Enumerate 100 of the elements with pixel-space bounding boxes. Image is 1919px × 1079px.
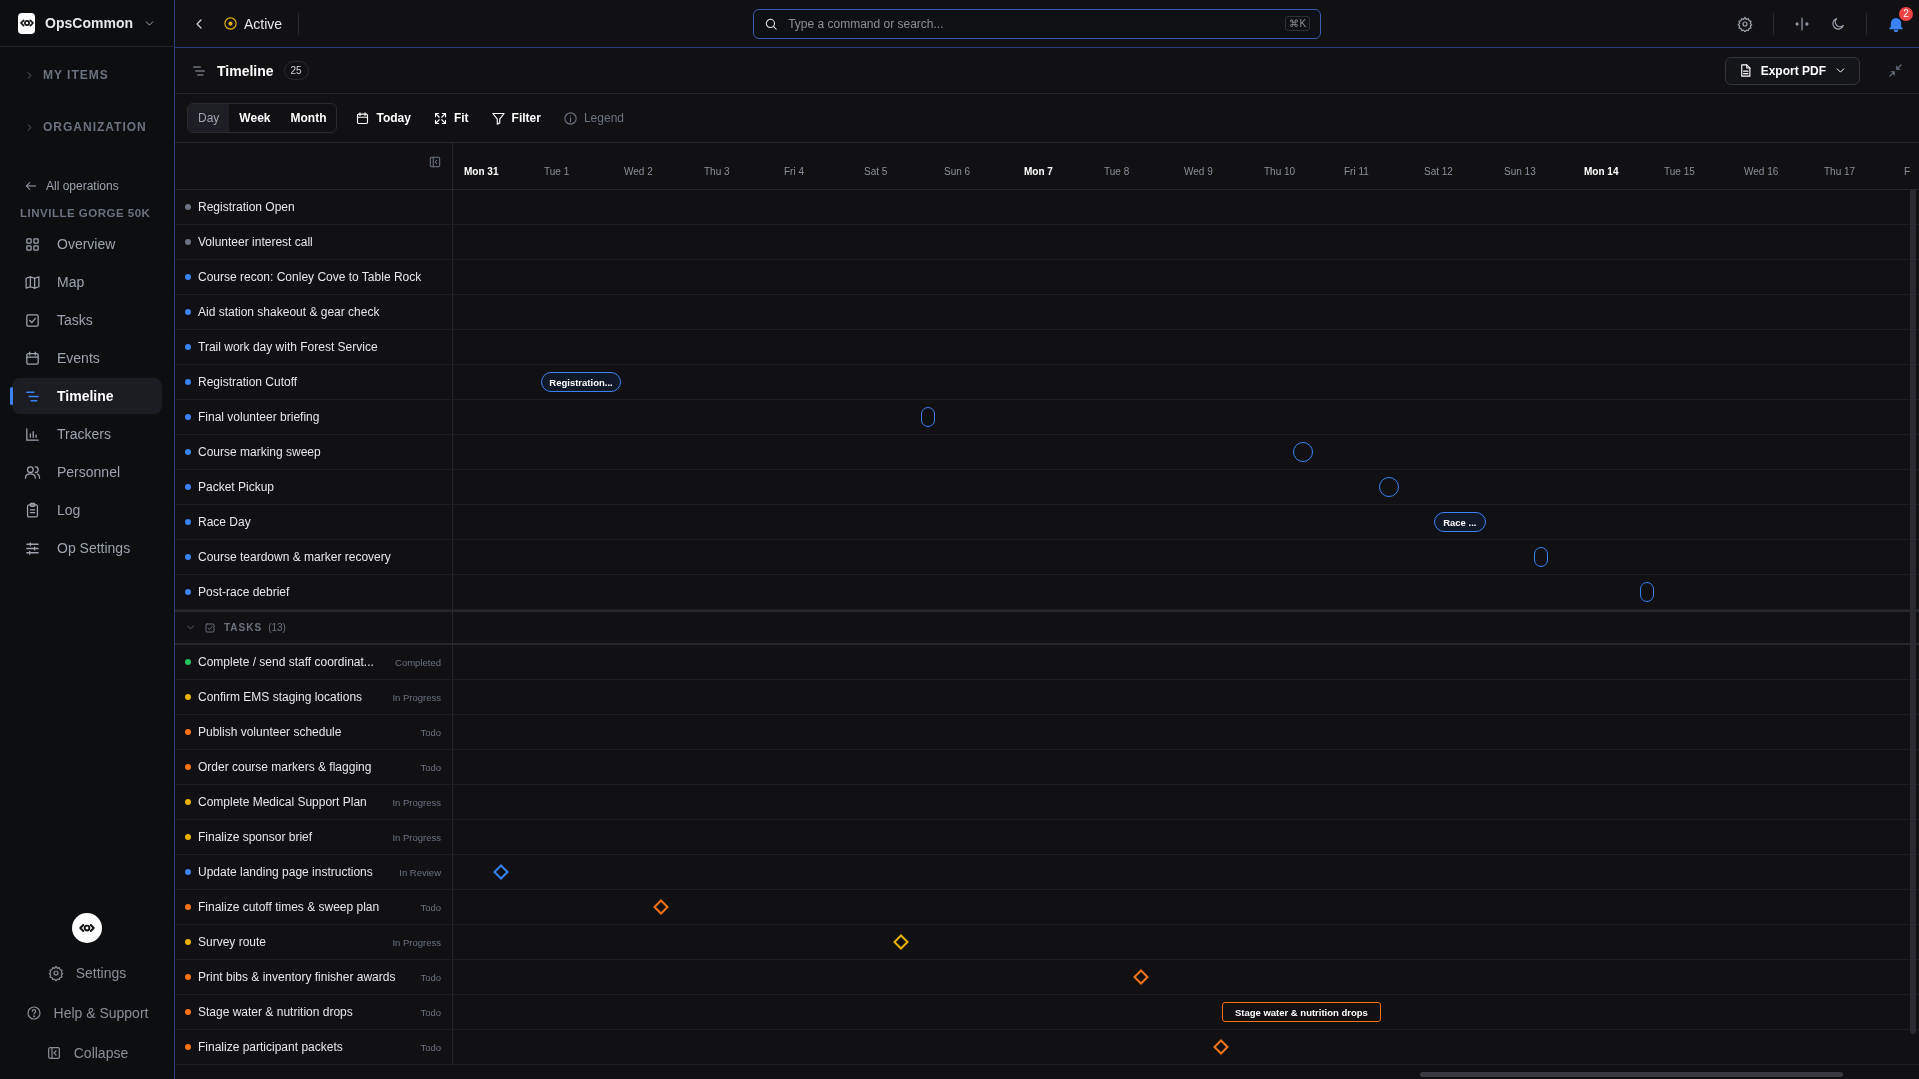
view-tab[interactable]: Week	[229, 104, 281, 132]
task-name[interactable]: Finalize cutoff times & sweep plan	[198, 900, 380, 914]
task-name[interactable]: Survey route	[198, 935, 267, 949]
status-label: In Progress	[392, 936, 441, 948]
day-label: Fri 11	[1343, 165, 1370, 177]
event-name[interactable]: Course recon: Conley Cove to Table Rock	[198, 270, 422, 284]
task-name[interactable]: Update landing page instructions	[198, 865, 373, 879]
task-name[interactable]: Complete / send staff coordinat...	[198, 655, 374, 669]
help-icon	[25, 1005, 42, 1021]
nav-item[interactable]: Trackers	[12, 416, 162, 452]
day-label: Thu 3	[703, 165, 731, 177]
move-icon[interactable]	[1794, 15, 1810, 32]
day-label: Mon 7	[1023, 165, 1054, 177]
nav-item[interactable]: Events	[12, 340, 162, 376]
search-bar[interactable]: Type a command or search... ⌘K	[753, 8, 1322, 39]
task-name[interactable]: Confirm EMS staging locations	[198, 690, 363, 704]
toolbar-button[interactable]: Fit	[432, 110, 469, 126]
sidebar-footer-item[interactable]: Settings	[0, 953, 174, 993]
status-label[interactable]: Active	[223, 12, 300, 35]
section-header[interactable]: MY ITEMS	[43, 68, 109, 82]
task-name[interactable]: Finalize sponsor brief	[198, 830, 313, 844]
event-name[interactable]: Course marking sweep	[198, 445, 321, 459]
bar-chart-icon	[24, 425, 41, 443]
notification-badge: 2	[1899, 6, 1913, 21]
moon-icon[interactable]	[1830, 15, 1846, 32]
event-name[interactable]: Trail work day with Forest Service	[198, 340, 378, 354]
settings-icon	[47, 965, 64, 981]
task-name[interactable]: Complete Medical Support Plan	[198, 795, 367, 809]
task-name[interactable]: Publish volunteer schedule	[198, 725, 342, 739]
event-name[interactable]: Post-race debrief	[198, 585, 290, 599]
status-label: Todo	[420, 901, 441, 913]
status-label: In Progress	[392, 691, 441, 703]
calendar-icon	[355, 110, 371, 126]
nav-item[interactable]: Op Settings	[12, 530, 162, 566]
day-label: F	[1903, 165, 1911, 177]
task-name[interactable]: Stage water & nutrition drops	[198, 1005, 353, 1019]
milestone-marker[interactable]	[1133, 969, 1149, 985]
day-label: Sun 6	[943, 165, 972, 177]
group-header[interactable]: TASKS	[224, 622, 263, 633]
task-name[interactable]: Print bibs & inventory finisher awards	[198, 970, 396, 984]
event-name[interactable]: Packet Pickup	[198, 480, 275, 494]
status-label: Todo	[420, 1006, 441, 1018]
day-label: Mon 14	[1583, 165, 1620, 177]
arrow-left-icon	[24, 179, 38, 193]
nav-item[interactable]: Tasks	[12, 302, 162, 338]
users-icon	[24, 463, 41, 481]
day-label: Tue 1	[543, 165, 571, 177]
milestone-marker[interactable]	[493, 864, 509, 880]
milestone-marker[interactable]	[653, 899, 669, 915]
task-name[interactable]: Finalize participant packets	[198, 1040, 343, 1054]
grid-icon	[24, 235, 41, 253]
sidebar-footer-item[interactable]: Collapse	[0, 1033, 174, 1073]
section-header[interactable]: ORGANIZATION	[43, 120, 147, 134]
task-name[interactable]: Order course markers & flagging	[198, 760, 372, 774]
minimize-icon[interactable]	[1888, 63, 1903, 78]
day-label: Fri 4	[783, 165, 805, 177]
vertical-scrollbar[interactable]	[1910, 189, 1916, 1034]
day-label: Wed 9	[1183, 165, 1214, 177]
settings-icon[interactable]	[1737, 15, 1753, 32]
nav-item[interactable]: Overview	[12, 226, 162, 262]
sliders-icon	[24, 539, 41, 557]
export-button[interactable]: Export PDF	[1724, 56, 1860, 85]
event-name[interactable]: Registration Open	[198, 200, 295, 214]
toolbar-button[interactable]: Filter	[490, 110, 541, 126]
view-tab[interactable]: Month	[280, 104, 337, 132]
checkbox-icon	[204, 621, 216, 634]
milestone-marker[interactable]	[1213, 1039, 1229, 1055]
day-label: Tue 15	[1663, 165, 1696, 177]
view-tab[interactable]: Day	[188, 104, 230, 132]
status-label: In Progress	[392, 831, 441, 843]
operation-name: LINVILLE GORGE 50K	[19, 207, 152, 219]
toolbar-button[interactable]: Today	[355, 110, 411, 126]
sidebar-footer-item[interactable]: Help & Support	[0, 993, 174, 1033]
nav-item[interactable]: Log	[12, 492, 162, 528]
back-link[interactable]: All operations	[46, 179, 119, 193]
nav-item[interactable]: Timeline	[12, 378, 162, 414]
status-label: In Progress	[392, 796, 441, 808]
horizontal-scrollbar[interactable]	[1420, 1072, 1843, 1077]
filter-icon	[490, 110, 506, 126]
collapse-panel-icon[interactable]	[428, 155, 442, 169]
workspace-name[interactable]: OpsCommon	[45, 15, 133, 31]
status-label: Todo	[420, 1041, 441, 1053]
event-bar[interactable]: Race ...	[1433, 512, 1486, 532]
fit-icon	[432, 110, 448, 126]
task-bar[interactable]: Stage water & nutrition drops	[1221, 1002, 1381, 1022]
nav-item[interactable]: Map	[12, 264, 162, 300]
event-name[interactable]: Final volunteer briefing	[198, 410, 320, 424]
event-name[interactable]: Volunteer interest call	[198, 235, 313, 249]
event-bar[interactable]: Registration...	[541, 372, 621, 392]
day-label: Wed 16	[1743, 165, 1780, 177]
event-name[interactable]: Course teardown & marker recovery	[198, 550, 391, 564]
search-field[interactable]: Type a command or search...	[786, 15, 1278, 32]
milestone-marker[interactable]	[893, 934, 909, 950]
search-icon	[764, 16, 779, 31]
event-name[interactable]: Aid station shakeout & gear check	[198, 305, 380, 319]
event-name[interactable]: Registration Cutoff	[198, 375, 298, 389]
status-icon	[223, 16, 238, 31]
day-label: Mon 31	[463, 165, 500, 177]
event-name[interactable]: Race Day	[198, 515, 251, 529]
nav-item[interactable]: Personnel	[12, 454, 162, 490]
